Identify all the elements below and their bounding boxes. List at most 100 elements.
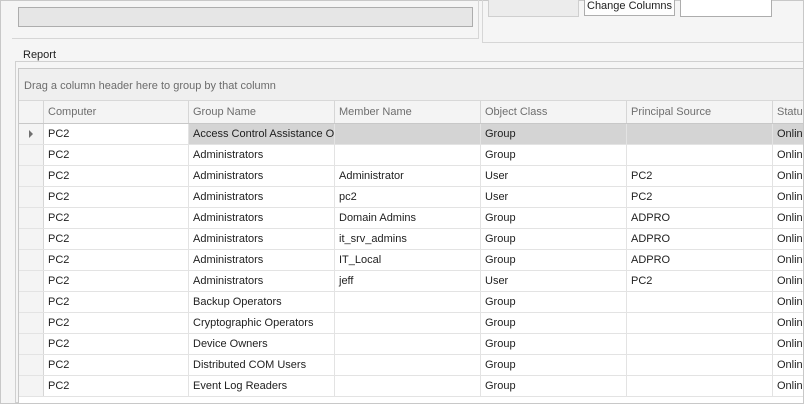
cell-object-class[interactable]: User bbox=[481, 166, 627, 186]
cell-group-name[interactable]: Device Owners bbox=[189, 334, 335, 354]
cell-status[interactable]: Online bbox=[773, 187, 803, 207]
cell-group-name[interactable]: Administrators bbox=[189, 166, 335, 186]
cell-group-name[interactable]: Administrators bbox=[189, 208, 335, 228]
cell-status[interactable]: Online bbox=[773, 250, 803, 270]
table-row[interactable]: PC2 Event Log Readers Group Online bbox=[19, 376, 803, 397]
cell-computer[interactable]: PC2 bbox=[44, 187, 189, 207]
cell-object-class[interactable]: User bbox=[481, 187, 627, 207]
cell-member-name[interactable] bbox=[335, 292, 481, 312]
cell-member-name[interactable]: it_srv_admins bbox=[335, 229, 481, 249]
cell-member-name[interactable] bbox=[335, 124, 481, 144]
cell-computer[interactable]: PC2 bbox=[44, 355, 189, 375]
table-row[interactable]: PC2 Backup Operators Group Online bbox=[19, 292, 803, 313]
cell-object-class[interactable]: Group bbox=[481, 292, 627, 312]
cell-principal-source[interactable]: ADPRO bbox=[627, 229, 773, 249]
cell-principal-source[interactable]: PC2 bbox=[627, 187, 773, 207]
column-header-computer[interactable]: Computer bbox=[44, 101, 189, 123]
cell-principal-source[interactable] bbox=[627, 334, 773, 354]
cell-principal-source[interactable] bbox=[627, 313, 773, 333]
table-row[interactable]: PC2 Administrators jeff User PC2 Online bbox=[19, 271, 803, 292]
table-row[interactable]: PC2 Cryptographic Operators Group Online bbox=[19, 313, 803, 334]
cell-computer[interactable]: PC2 bbox=[44, 334, 189, 354]
table-row[interactable]: PC2 Administrators Administrator User PC… bbox=[19, 166, 803, 187]
group-by-panel[interactable]: Drag a column header here to group by th… bbox=[19, 69, 803, 101]
cell-object-class[interactable]: Group bbox=[481, 208, 627, 228]
cell-computer[interactable]: PC2 bbox=[44, 208, 189, 228]
cell-principal-source[interactable] bbox=[627, 376, 773, 396]
cell-group-name[interactable]: Administrators bbox=[189, 250, 335, 270]
cell-computer[interactable]: PC2 bbox=[44, 376, 189, 396]
cell-group-name[interactable]: Administrators bbox=[189, 187, 335, 207]
cell-group-name[interactable]: Cryptographic Operators bbox=[189, 313, 335, 333]
cell-object-class[interactable]: Group bbox=[481, 250, 627, 270]
cell-member-name[interactable]: pc2 bbox=[335, 187, 481, 207]
cell-object-class[interactable]: Group bbox=[481, 145, 627, 165]
cell-computer[interactable]: PC2 bbox=[44, 166, 189, 186]
cell-principal-source[interactable] bbox=[627, 355, 773, 375]
table-row[interactable]: PC2 Device Owners Group Online bbox=[19, 334, 803, 355]
cell-status[interactable]: Online bbox=[773, 334, 803, 354]
cell-computer[interactable]: PC2 bbox=[44, 145, 189, 165]
cell-member-name[interactable] bbox=[335, 376, 481, 396]
cell-status[interactable]: Online bbox=[773, 292, 803, 312]
column-header-group-name[interactable]: Group Name bbox=[189, 101, 335, 123]
cell-status[interactable]: Online bbox=[773, 145, 803, 165]
cell-computer[interactable]: PC2 bbox=[44, 229, 189, 249]
cell-status[interactable]: Online bbox=[773, 166, 803, 186]
cell-computer[interactable]: PC2 bbox=[44, 124, 189, 144]
cell-object-class[interactable]: Group bbox=[481, 334, 627, 354]
cell-computer[interactable]: PC2 bbox=[44, 271, 189, 291]
table-row[interactable]: PC2 Administrators Domain Admins Group A… bbox=[19, 208, 803, 229]
cell-computer[interactable]: PC2 bbox=[44, 292, 189, 312]
column-header-object-class[interactable]: Object Class bbox=[481, 101, 627, 123]
cell-object-class[interactable]: Group bbox=[481, 355, 627, 375]
cell-object-class[interactable]: Group bbox=[481, 376, 627, 396]
cell-status[interactable]: Online bbox=[773, 355, 803, 375]
cell-status[interactable]: Online bbox=[773, 271, 803, 291]
table-row[interactable]: PC2 Access Control Assistance Operators … bbox=[19, 124, 803, 145]
cell-group-name[interactable]: Distributed COM Users bbox=[189, 355, 335, 375]
cell-group-name[interactable]: Administrators bbox=[189, 145, 335, 165]
cell-status[interactable]: Online bbox=[773, 376, 803, 396]
cell-group-name[interactable]: Backup Operators bbox=[189, 292, 335, 312]
cell-group-name[interactable]: Access Control Assistance Operators bbox=[189, 124, 335, 144]
column-header-principal-source[interactable]: Principal Source bbox=[627, 101, 773, 123]
cell-status[interactable]: Online bbox=[773, 313, 803, 333]
cell-group-name[interactable]: Administrators bbox=[189, 229, 335, 249]
cell-object-class[interactable]: User bbox=[481, 271, 627, 291]
cell-member-name[interactable]: jeff bbox=[335, 271, 481, 291]
table-row[interactable]: PC2 Administrators IT_Local Group ADPRO … bbox=[19, 250, 803, 271]
cell-member-name[interactable]: IT_Local bbox=[335, 250, 481, 270]
cell-principal-source[interactable]: ADPRO bbox=[627, 208, 773, 228]
cell-member-name[interactable]: Administrator bbox=[335, 166, 481, 186]
cell-principal-source[interactable] bbox=[627, 145, 773, 165]
cell-computer[interactable]: PC2 bbox=[44, 250, 189, 270]
cell-status[interactable]: Online bbox=[773, 229, 803, 249]
cell-object-class[interactable]: Group bbox=[481, 229, 627, 249]
cell-principal-source[interactable]: PC2 bbox=[627, 166, 773, 186]
cell-principal-source[interactable] bbox=[627, 292, 773, 312]
cell-member-name[interactable]: Domain Admins bbox=[335, 208, 481, 228]
cell-status[interactable]: Online bbox=[773, 208, 803, 228]
cell-member-name[interactable] bbox=[335, 145, 481, 165]
cell-member-name[interactable] bbox=[335, 334, 481, 354]
table-row[interactable]: PC2 Administrators pc2 User PC2 Online bbox=[19, 187, 803, 208]
cell-computer[interactable]: PC2 bbox=[44, 313, 189, 333]
cell-object-class[interactable]: Group bbox=[481, 124, 627, 144]
column-header-status[interactable]: Status bbox=[773, 101, 803, 123]
change-columns-button[interactable]: Change Columns bbox=[584, 0, 675, 16]
cell-principal-source[interactable] bbox=[627, 124, 773, 144]
cell-member-name[interactable] bbox=[335, 355, 481, 375]
cell-status[interactable]: Online bbox=[773, 124, 803, 144]
cell-object-class[interactable]: Group bbox=[481, 313, 627, 333]
cell-principal-source[interactable]: ADPRO bbox=[627, 250, 773, 270]
search-input[interactable] bbox=[680, 0, 772, 17]
table-row[interactable]: PC2 Administrators Group Online bbox=[19, 145, 803, 166]
table-row[interactable]: PC2 Distributed COM Users Group Online bbox=[19, 355, 803, 376]
cell-principal-source[interactable]: PC2 bbox=[627, 271, 773, 291]
cell-group-name[interactable]: Event Log Readers bbox=[189, 376, 335, 396]
table-row[interactable]: PC2 Administrators it_srv_admins Group A… bbox=[19, 229, 803, 250]
column-header-member-name[interactable]: Member Name bbox=[335, 101, 481, 123]
cell-member-name[interactable] bbox=[335, 313, 481, 333]
cell-group-name[interactable]: Administrators bbox=[189, 271, 335, 291]
